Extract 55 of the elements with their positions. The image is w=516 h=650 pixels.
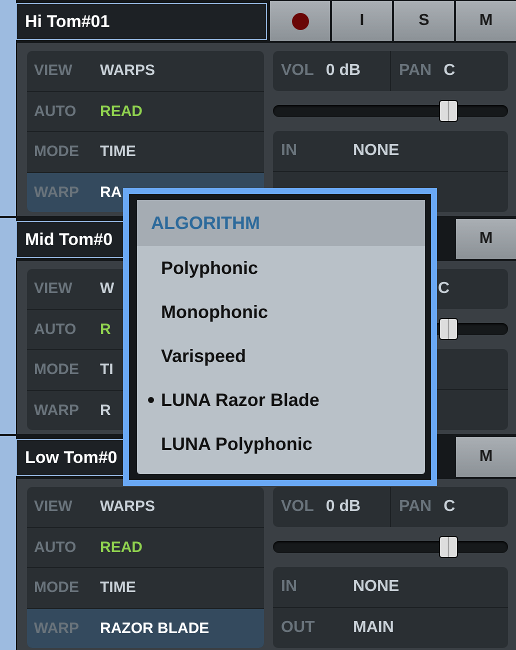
track-button[interactable]: S	[394, 1, 454, 41]
setting-value[interactable]: READ	[100, 538, 143, 556]
fader-handle[interactable]	[439, 536, 458, 558]
volume-label: VOL	[281, 498, 314, 516]
setting-label: MODE	[33, 361, 80, 378]
input-label: IN	[281, 578, 298, 596]
input-value[interactable]: NONE	[353, 142, 400, 160]
track-name[interactable]: Hi Tom#01	[16, 3, 267, 40]
setting-value[interactable]: TIME	[100, 143, 136, 160]
input-value[interactable]: NONE	[353, 578, 400, 596]
pan-value[interactable]: C	[444, 62, 456, 80]
setting-label: AUTO	[33, 538, 78, 556]
setting-value[interactable]: R	[100, 402, 111, 419]
track-button[interactable]: M	[456, 219, 516, 259]
setting-value[interactable]: TIME	[100, 579, 136, 596]
volume-fader[interactable]	[273, 536, 508, 558]
setting-label: VIEW	[33, 498, 74, 516]
setting-value[interactable]: READ	[100, 102, 143, 120]
pan-label: PAN	[399, 62, 432, 80]
menu-item[interactable]: LUNA Razor Blade	[137, 378, 425, 422]
menu-item[interactable]: Varispeed	[137, 334, 425, 378]
volume-fader[interactable]	[273, 100, 508, 122]
setting-label: VIEW	[33, 62, 74, 80]
record-button[interactable]	[270, 1, 330, 41]
volume-value[interactable]: 0 dB	[326, 62, 361, 80]
menu-header: ALGORITHM	[137, 200, 425, 246]
setting-value[interactable]: WARPS	[100, 498, 156, 516]
fader-handle[interactable]	[439, 318, 458, 340]
setting-label: VIEW	[33, 280, 74, 298]
pan-label: PAN	[399, 498, 432, 516]
volume-value[interactable]: 0 dB	[326, 498, 361, 516]
setting-value[interactable]: RAZOR BLADE	[100, 620, 210, 637]
menu-item[interactable]: Polyphonic	[137, 246, 425, 290]
fader-handle[interactable]	[439, 100, 458, 122]
setting-label: AUTO	[33, 102, 78, 120]
track-button[interactable]: M	[456, 1, 516, 41]
setting-value[interactable]: TI	[100, 361, 114, 378]
setting-label: AUTO	[33, 320, 78, 338]
track-button[interactable]: M	[456, 437, 516, 477]
pan-value[interactable]: C	[444, 498, 456, 516]
volume-label: VOL	[281, 62, 314, 80]
setting-label: WARP	[33, 402, 80, 419]
setting-value[interactable]: W	[100, 280, 114, 298]
setting-value[interactable]: WARPS	[100, 62, 156, 80]
setting-value[interactable]: R	[100, 320, 111, 338]
setting-label: MODE	[33, 579, 80, 596]
menu-item[interactable]: LUNA Polyphonic	[137, 422, 425, 466]
setting-label: MODE	[33, 143, 80, 160]
output-value[interactable]: MAIN	[353, 619, 394, 637]
output-label: OUT	[281, 619, 316, 637]
setting-value[interactable]: RA	[100, 184, 122, 201]
track-button[interactable]: I	[332, 1, 392, 41]
menu-item[interactable]: Monophonic	[137, 290, 425, 334]
input-label: IN	[281, 142, 298, 160]
pan-value[interactable]: C	[438, 280, 450, 298]
